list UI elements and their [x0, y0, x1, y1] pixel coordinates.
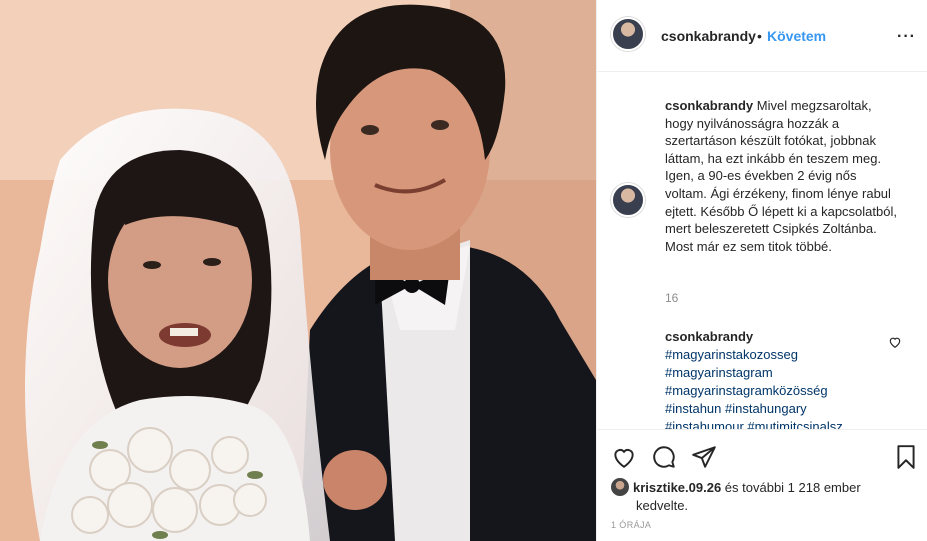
post-author-username[interactable]: csonkabrandy: [661, 28, 756, 44]
caption-avatar[interactable]: [611, 183, 645, 217]
hashtag-link[interactable]: #magyarinstagram: [665, 364, 885, 382]
post-actions: krisztike.09.26 és további 1 218 ember k…: [597, 429, 927, 541]
hashtag-link[interactable]: #instahumour #mutimitcsinalsz: [665, 418, 885, 429]
bookmark-icon[interactable]: [893, 444, 919, 470]
caption-timestamp: 16: [665, 291, 679, 305]
share-icon[interactable]: [691, 444, 717, 470]
caption: csonkabrandy Mivel megzsaroltak, hogy ny…: [665, 97, 901, 255]
likes-count-text[interactable]: és további 1 218 ember: [721, 480, 861, 495]
comment-username[interactable]: csonkabrandy: [665, 328, 885, 346]
likes-suffix: kedvelte.: [636, 498, 689, 513]
comment-icon[interactable]: [651, 444, 677, 470]
post-photo[interactable]: [0, 0, 596, 541]
follow-button[interactable]: Követem: [767, 28, 826, 44]
caption-username[interactable]: csonkabrandy: [665, 98, 753, 113]
more-options-icon[interactable]: ···: [897, 28, 916, 46]
wedding-photo-illustration: [0, 0, 596, 541]
hashtag-link[interactable]: #instahun #instahungary: [665, 400, 885, 418]
heart-small-icon[interactable]: [888, 335, 902, 349]
post-side-panel: csonkabrandy • Követem ··· csonkabrandy …: [596, 0, 927, 541]
liker-username[interactable]: krisztike.09.26: [633, 480, 721, 495]
hashtag-link[interactable]: #magyarinstakozosseg: [665, 346, 885, 364]
caption-text: Mivel megzsaroltak, hogy nyilvánosságra …: [665, 98, 897, 254]
heart-icon[interactable]: [611, 444, 637, 470]
comment-item: csonkabrandy #magyarinstakozosseg #magya…: [665, 328, 885, 429]
comments-section[interactable]: csonkabrandy Mivel megzsaroltak, hogy ny…: [597, 73, 927, 429]
post-timestamp[interactable]: 1 ÓRÁJA: [611, 520, 651, 530]
header-separator: •: [757, 28, 762, 44]
post-header: csonkabrandy • Követem ···: [597, 0, 927, 72]
hashtag-link[interactable]: #magyarinstagramközösség: [665, 382, 885, 400]
likes-summary[interactable]: krisztike.09.26 és további 1 218 ember k…: [611, 478, 911, 515]
liker-avatar[interactable]: [611, 478, 629, 496]
avatar[interactable]: [611, 17, 645, 51]
